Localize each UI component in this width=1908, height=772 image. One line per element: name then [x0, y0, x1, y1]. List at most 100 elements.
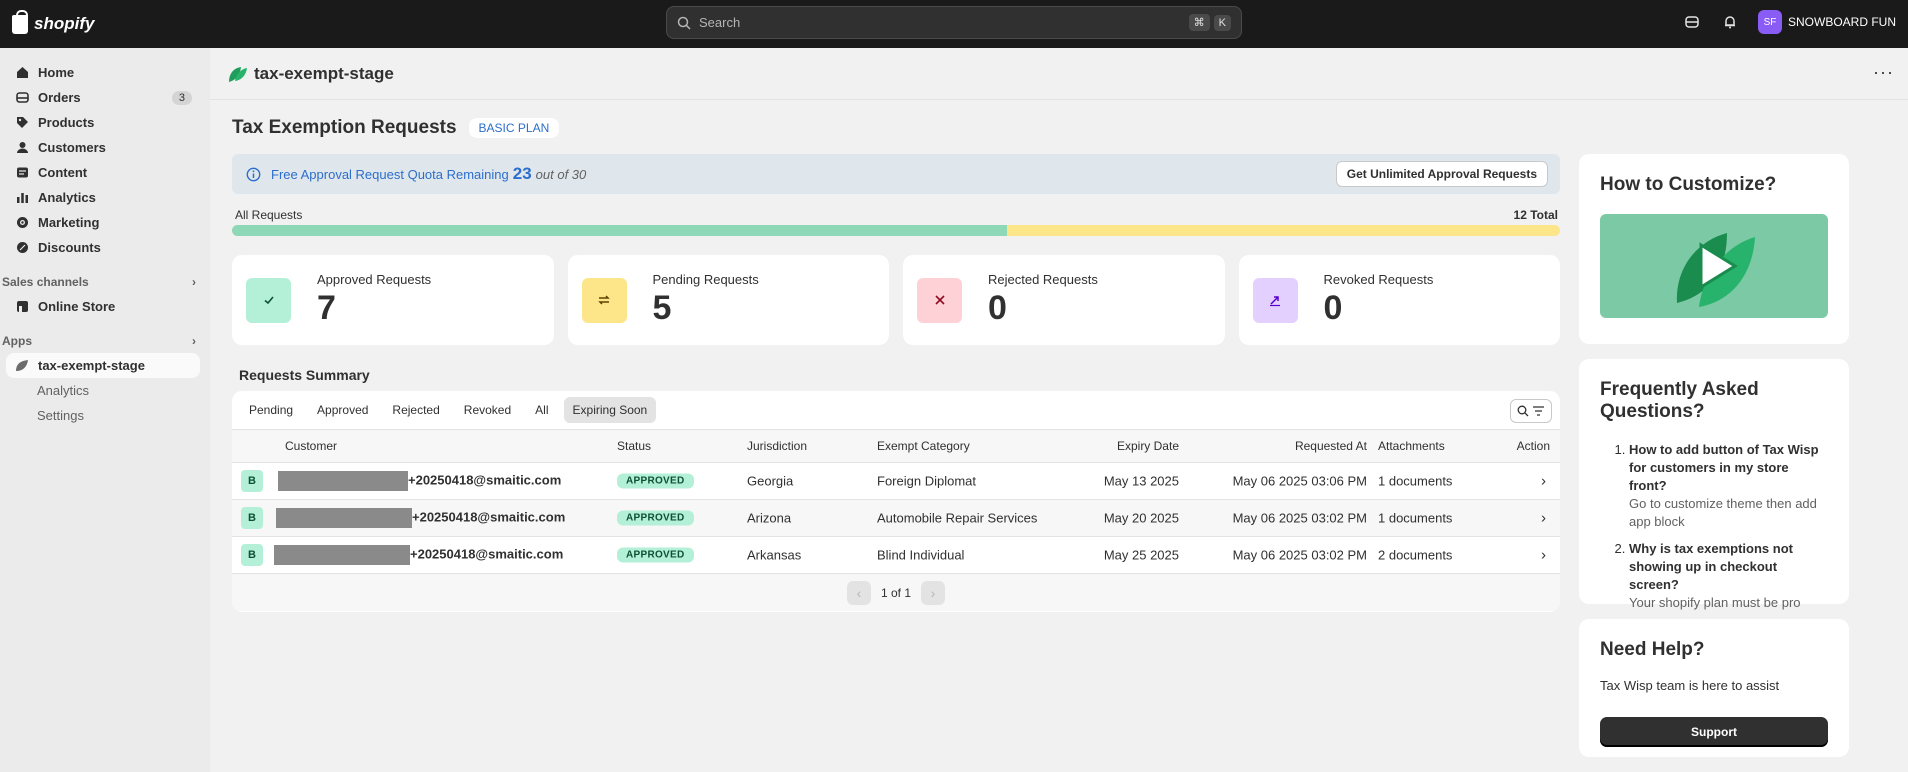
sidebar-item-label: Customers [38, 140, 106, 155]
sidebar-item-home[interactable]: Home [0, 60, 202, 85]
search-input[interactable] [699, 15, 1185, 30]
tab-pending[interactable]: Pending [240, 397, 302, 423]
category-cell: Blind Individual [877, 547, 965, 563]
faq-answer: Your shopify plan must be pro [1629, 595, 1801, 610]
refresh-icon [581, 277, 627, 323]
sidebar-item-label: Home [38, 65, 75, 80]
sidebar-item-label: tax-exempt-stage [38, 358, 145, 373]
table-row[interactable]: B +20250418@smaitic.com APPROVED Arkansa… [232, 537, 1560, 574]
status-badge: APPROVED [617, 510, 694, 526]
sidebar-item-discounts[interactable]: Discounts [0, 235, 202, 260]
person-icon [14, 140, 30, 156]
tab-rejected[interactable]: Rejected [383, 397, 448, 423]
app-leaf-icon [14, 358, 30, 374]
quota-banner: Free Approval Request Quota Remaining 23… [232, 154, 1560, 194]
sidebar-item-customers[interactable]: Customers [0, 135, 202, 160]
shopify-logo[interactable]: shopify [12, 9, 94, 34]
chevron-right-icon[interactable]: › [1541, 510, 1546, 527]
store-name: SNOWBOARD FUN [1788, 15, 1896, 29]
bell-icon[interactable] [1720, 12, 1740, 32]
faq-item: Why is tax exemptions not showing up in … [1629, 540, 1828, 612]
sidebar-item-orders[interactable]: Orders 3 [0, 85, 202, 110]
faq-item: How to add button of Tax Wisp for custom… [1629, 441, 1828, 531]
info-icon [246, 167, 261, 181]
customer-email: +20250418@smaitic.com [410, 546, 564, 562]
customer-email: +20250418@smaitic.com [408, 472, 562, 488]
sidebar-item-content[interactable]: Content [0, 160, 202, 185]
stat-value: 7 [317, 289, 336, 327]
tutorial-video[interactable] [1600, 214, 1828, 318]
stat-label: Pending Requests [652, 272, 759, 287]
search-filter-button[interactable] [1510, 399, 1552, 423]
sidebar-item-label: Marketing [38, 215, 100, 230]
customer-avatar: B [241, 544, 263, 566]
store-avatar: SF [1758, 10, 1782, 34]
get-unlimited-button[interactable]: Get Unlimited Approval Requests [1335, 161, 1548, 187]
sales-channels-section[interactable]: Sales channels › [0, 270, 210, 294]
column-header-customer[interactable]: Customer [285, 439, 337, 453]
sidebar-subitem-analytics[interactable]: Analytics [0, 378, 210, 403]
tab-all[interactable]: All [526, 397, 557, 423]
sidebar-item-products[interactable]: Products [0, 110, 202, 135]
stat-value: 0 [1323, 289, 1343, 327]
next-page-button[interactable]: › [921, 580, 946, 605]
column-header-jurisdiction[interactable]: Jurisdiction [747, 439, 807, 453]
faq-list: How to add button of Tax Wisp for custom… [1600, 441, 1828, 612]
sidebar-item-online-store[interactable]: Online Store [0, 294, 202, 319]
status-badge: APPROVED [617, 473, 694, 489]
apps-section[interactable]: Apps › [0, 329, 210, 353]
tab-expiring-soon[interactable]: Expiring Soon [563, 397, 657, 423]
expiry-cell: May 20 2025 [1103, 510, 1179, 526]
column-header-exempt-category[interactable]: Exempt Category [877, 439, 970, 453]
bar-chart-icon [14, 190, 30, 206]
column-header-requested-at[interactable]: Requested At [1295, 439, 1367, 453]
chevron-right-icon[interactable]: › [1541, 547, 1546, 564]
filter-tabs: Pending Approved Rejected Revoked All Ex… [232, 391, 1560, 430]
search-bar[interactable]: ⌘ K [666, 6, 1242, 39]
plan-badge: BASIC PLAN [468, 118, 560, 138]
support-button[interactable]: Support [1600, 717, 1828, 747]
requested-cell: May 06 2025 03:02 PM [1232, 547, 1367, 563]
pagination-label: 1 of 1 [880, 585, 912, 600]
customer-cell: +20250418@smaitic.com [276, 508, 565, 528]
customize-card: How to Customize? [1579, 154, 1849, 344]
sidebar-subitem-settings[interactable]: Settings [0, 403, 210, 428]
stat-value: 5 [652, 289, 672, 327]
search-icon [677, 16, 691, 30]
sidebar: Home Orders 3 Products Customers Content… [0, 48, 210, 772]
chevron-right-icon[interactable]: › [1541, 473, 1546, 490]
store-menu[interactable]: SF SNOWBOARD FUN [1758, 10, 1896, 34]
tab-approved[interactable]: Approved [308, 397, 377, 423]
revoke-icon [1252, 277, 1298, 323]
approved-progress-fill [232, 225, 1007, 236]
top-bar: shopify ⌘ K SF SNOWBOARD FUN [0, 0, 1908, 48]
app-header: tax-exempt-stage ··· [210, 48, 1908, 100]
quota-out-of: out of 30 [535, 166, 587, 182]
requests-summary-title: Requests Summary [239, 367, 370, 383]
table-row[interactable]: B +20250418@smaitic.com APPROVED Georgia… [232, 463, 1560, 500]
help-card: Need Help? Tax Wisp team is here to assi… [1579, 619, 1849, 757]
sidebar-item-marketing[interactable]: Marketing [0, 210, 202, 235]
sidebar-item-label: Products [38, 115, 95, 130]
requests-progress-bar [232, 225, 1560, 236]
sidebar-item-tax-exempt-stage[interactable]: tax-exempt-stage [6, 353, 200, 378]
sidebar-item-analytics[interactable]: Analytics [0, 185, 202, 210]
column-header-action[interactable]: Action [1517, 439, 1550, 453]
redacted-name [278, 471, 408, 491]
app-leaf-icon [229, 66, 247, 82]
help-text: Tax Wisp team is here to assist [1600, 678, 1780, 693]
customer-cell: +20250418@smaitic.com [278, 471, 561, 491]
faq-question: Why is tax exemptions not showing up in … [1629, 541, 1793, 592]
requests-table: Pending Approved Rejected Revoked All Ex… [232, 391, 1560, 612]
tab-revoked[interactable]: Revoked [455, 397, 520, 423]
column-header-expiry-date[interactable]: Expiry Date [1117, 439, 1179, 453]
more-actions-button[interactable]: ··· [1873, 62, 1894, 83]
column-header-status[interactable]: Status [617, 439, 651, 453]
inbox-icon[interactable] [1682, 12, 1702, 32]
column-header-attachments[interactable]: Attachments [1378, 439, 1445, 453]
previous-page-button[interactable]: ‹ [846, 580, 871, 605]
jurisdiction-cell: Arizona [747, 510, 792, 526]
stat-label: Rejected Requests [988, 272, 1098, 287]
table-row[interactable]: B +20250418@smaitic.com APPROVED Arizona… [232, 500, 1560, 537]
x-icon [917, 277, 962, 323]
